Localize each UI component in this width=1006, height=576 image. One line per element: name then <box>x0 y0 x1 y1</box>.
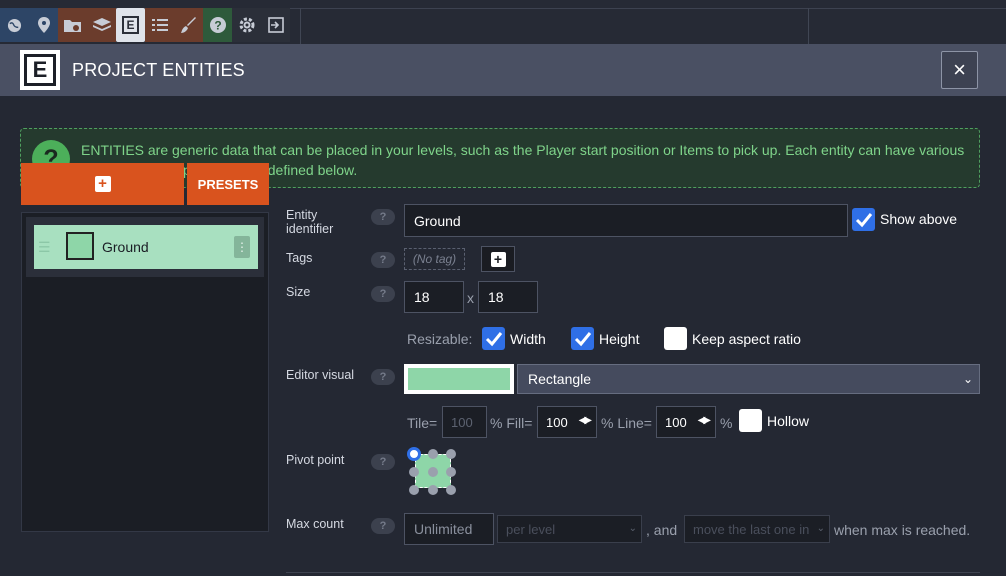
shape-value: Rectangle <box>528 371 592 387</box>
entity-color-swatch <box>66 232 94 260</box>
pivot-dot-middle-left[interactable] <box>409 467 419 477</box>
toolbar-strip: E ? <box>0 8 300 42</box>
folder-gear-icon[interactable] <box>58 8 87 42</box>
chevron-down-icon: ⌄ <box>628 523 637 534</box>
add-tag-button[interactable]: + <box>481 246 515 272</box>
and-text: , and <box>646 522 678 538</box>
pivot-label: Pivot point <box>286 453 345 467</box>
entity-name: Ground <box>102 239 149 255</box>
more-options-icon[interactable]: ⋮ <box>234 236 250 258</box>
entity-item-ground[interactable]: ☰ Ground ⋮ <box>34 225 258 269</box>
exit-icon[interactable] <box>261 8 290 42</box>
pivot-dot-center[interactable] <box>428 467 438 477</box>
list-icon[interactable] <box>145 8 174 42</box>
behavior-value: move the last one in <box>693 521 810 537</box>
hollow-label: Hollow <box>767 413 810 429</box>
plus-icon: + <box>94 176 111 192</box>
shape-select[interactable]: Rectangle ⌄ <box>517 364 980 394</box>
brush-icon[interactable] <box>174 8 203 42</box>
fill-input[interactable]: 100 ◀▶ <box>537 406 597 438</box>
tags-help-icon[interactable]: ? <box>371 252 395 268</box>
settings-icon[interactable] <box>232 8 261 42</box>
close-button[interactable]: × <box>941 51 978 89</box>
drag-handle-icon[interactable]: ☰ <box>38 239 51 256</box>
svg-text:?: ? <box>214 19 221 33</box>
behavior-select[interactable]: move the last one in ⌄ <box>684 515 830 543</box>
help-icon[interactable]: ? <box>203 8 232 42</box>
editor-visual-help-icon[interactable]: ? <box>371 369 395 385</box>
line-label: % Line= <box>601 415 652 431</box>
per-select[interactable]: per level ⌄ <box>497 515 642 543</box>
pivot-dot-bottom-left[interactable] <box>409 485 419 495</box>
entity-logo-icon: E <box>20 50 60 90</box>
pivot-dot-bottom-center[interactable] <box>428 485 438 495</box>
tile-input[interactable]: 100 <box>442 406 487 438</box>
toolbar-separator <box>808 8 809 44</box>
resizable-height-label: Height <box>599 331 640 347</box>
keep-aspect-checkbox[interactable] <box>664 327 687 350</box>
color-swatch <box>408 368 510 390</box>
chevron-down-icon: ⌄ <box>962 372 973 386</box>
pivot-dot-middle-right[interactable] <box>446 467 456 477</box>
dialog-header: E PROJECT ENTITIES × <box>0 44 1006 96</box>
world-icon[interactable] <box>0 8 29 42</box>
per-value: per level <box>506 521 556 537</box>
line-input[interactable]: 100 ◀▶ <box>656 406 716 438</box>
size-help-icon[interactable]: ? <box>371 286 395 302</box>
percent-label: % <box>720 415 733 431</box>
plus-icon: + <box>490 251 506 267</box>
entity-logo-letter: E <box>24 54 56 86</box>
pivot-help-icon[interactable]: ? <box>371 454 395 470</box>
identifier-input[interactable]: Ground <box>404 204 848 237</box>
list-item[interactable]: ☰ Ground ⋮ <box>26 217 264 277</box>
map-pin-icon[interactable] <box>29 8 58 42</box>
height-input[interactable]: 18 <box>478 281 538 313</box>
max-count-label: Max count <box>286 517 344 531</box>
identifier-label: Entity identifier <box>286 208 334 236</box>
top-toolbar: E ? <box>0 0 1006 44</box>
when-text: when max is reached. <box>834 522 971 538</box>
resizable-label: Resizable: <box>407 331 473 347</box>
tile-label: Tile= <box>407 415 438 431</box>
max-count-input[interactable]: Unlimited <box>404 513 494 545</box>
color-picker[interactable] <box>404 364 514 394</box>
tags-label: Tags <box>286 251 313 265</box>
presets-button[interactable]: PRESETS <box>187 163 269 205</box>
entity-icon[interactable]: E <box>116 8 145 42</box>
spinner-icon[interactable]: ◀▶ <box>579 415 592 426</box>
fill-label: % Fill= <box>490 415 533 431</box>
add-entity-button[interactable]: + <box>21 163 184 205</box>
chevron-down-icon: ⌄ <box>816 523 825 534</box>
fill-value: 100 <box>546 414 568 430</box>
entity-list: ☰ Ground ⋮ <box>21 212 269 532</box>
hollow-checkbox[interactable] <box>739 409 762 432</box>
toolbar-separator <box>300 8 301 44</box>
dialog-title: PROJECT ENTITIES <box>72 60 245 80</box>
show-above-label: Show above <box>880 211 958 227</box>
max-count-help-icon[interactable]: ? <box>371 518 395 534</box>
pivot-dot-top-left[interactable] <box>407 447 421 461</box>
pivot-selector <box>407 447 456 495</box>
layers-icon[interactable] <box>87 8 116 42</box>
show-above-checkbox[interactable] <box>852 208 875 231</box>
spinner-icon[interactable]: ◀▶ <box>698 415 711 426</box>
resizable-height-checkbox[interactable] <box>571 327 594 350</box>
width-input[interactable]: 18 <box>404 281 464 313</box>
line-value: 100 <box>665 414 687 430</box>
keep-aspect-label: Keep aspect ratio <box>692 331 801 347</box>
pivot-dot-bottom-right[interactable] <box>446 485 456 495</box>
section-divider <box>286 572 980 573</box>
pivot-dot-top-center[interactable] <box>428 449 438 459</box>
no-tag-placeholder[interactable]: (No tag) <box>404 248 465 270</box>
editor-visual-label: Editor visual <box>286 368 355 382</box>
size-separator: x <box>467 290 474 306</box>
size-label: Size <box>286 285 311 299</box>
resizable-width-label: Width <box>510 331 546 347</box>
identifier-help-icon[interactable]: ? <box>371 209 395 225</box>
resizable-width-checkbox[interactable] <box>482 327 505 350</box>
pivot-dot-top-right[interactable] <box>446 449 456 459</box>
